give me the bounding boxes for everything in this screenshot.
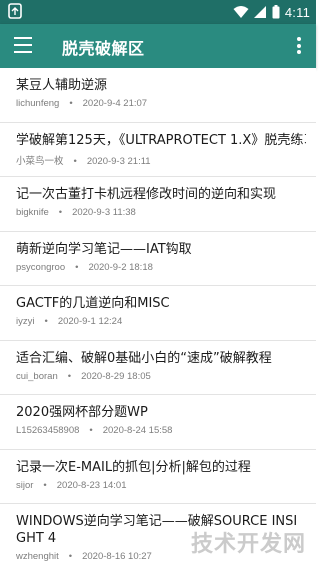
list-item[interactable]: 学破解第125天，《ULTRAPROTECT 1.X》脱壳练习 小菜鸟一枚 • 20…: [0, 122, 316, 177]
status-time: 4:11: [284, 4, 310, 20]
list-item[interactable]: 记录一次E-MAIL的抓包|分析|解包的过程 sijor • 2020-8-23 1…: [0, 449, 316, 504]
item-meta: cui_boran • 2020-8-29 18:05: [16, 371, 306, 382]
item-meta: sijor • 2020-8-23 14:01: [16, 480, 306, 491]
article-list: 某豆人辅助逆源 lichunfeng • 2020-9-4 21:07 学破解第12…: [0, 68, 316, 564]
page-title: 脱壳破解区: [62, 39, 145, 58]
item-date: 2020-8-24 15:58: [102, 425, 173, 436]
status-bar: 4:11: [0, 0, 316, 24]
meta-separator: •: [69, 98, 73, 109]
item-title: 某豆人辅助逆源: [16, 78, 108, 93]
item-author: 小菜鸟一枚: [16, 155, 64, 167]
item-meta: bigknife • 2020-9-3 11:38: [16, 207, 306, 218]
item-meta: psycongroo • 2020-9-2 18:18: [16, 262, 306, 273]
list-item[interactable]: 适合汇编、破解0基础小白的“速成”破解教程 cui_boran • 2020-8-2…: [0, 340, 316, 395]
meta-separator: •: [89, 425, 93, 436]
list-item[interactable]: 萌新逆向学习笔记——IAT钩取 psycongroo • 2020-9-2 18:1…: [0, 231, 316, 286]
notification-icon: [8, 3, 22, 19]
list-item[interactable]: GACTF的几道逆向和MISC iyzyi • 2020-9-1 12:24: [0, 286, 316, 341]
meta-separator: •: [67, 370, 72, 382]
list-item[interactable]: 某豆人辅助逆源 lichunfeng • 2020-9-4 21:07: [0, 68, 316, 123]
meta-separator: •: [68, 551, 73, 562]
meta-separator: •: [44, 316, 48, 327]
item-author: L15263458908: [16, 425, 80, 436]
wifi-icon: [233, 6, 249, 18]
item-date: 2020-9-3 21:11: [86, 155, 151, 167]
item-meta: lichunfeng • 2020-9-4 21:07: [16, 98, 306, 109]
item-author: sijor: [16, 479, 34, 491]
item-title: 学破解第125天，《ULTRAPROTECT 1.X》脱壳练习: [16, 132, 306, 148]
item-author: bigknife: [16, 207, 49, 218]
signal-icon: [253, 6, 266, 18]
item-date: 2020-8-23 14:01: [56, 479, 127, 491]
item-title: 适合汇编、破解0基础小白的“速成”破解教程: [16, 350, 272, 366]
meta-separator: •: [43, 479, 47, 491]
item-title: 萌新逆向学习笔记——IAT钩取: [16, 241, 192, 257]
item-author: psycongroo: [16, 261, 66, 273]
item-title: GACTF的几道逆向和MISC: [16, 296, 170, 311]
item-date: 2020-9-2 18:18: [88, 261, 153, 273]
item-meta: L15263458908 • 2020-8-24 15:58: [16, 425, 306, 436]
item-title: 记一次古董打卡机远程修改时间的逆向和实现: [16, 187, 277, 202]
meta-separator: •: [75, 261, 79, 273]
item-title: 记录一次E-MAIL的抓包|分析|解包的过程: [16, 459, 251, 475]
list-item[interactable]: 记一次古董打卡机远程修改时间的逆向和实现 bigknife • 2020-9-3 1…: [0, 177, 316, 232]
item-date: 2020-9-1 12:24: [57, 316, 123, 327]
item-date: 2020-9-3 11:38: [72, 207, 136, 218]
battery-icon: [272, 5, 280, 19]
item-date: 2020-8-16 10:27: [82, 551, 152, 562]
item-author: lichunfeng: [16, 98, 60, 109]
item-title: 2020强网杯部分题WP: [16, 405, 148, 420]
watermark: 技术开发网: [190, 532, 306, 557]
item-date: 2020-9-4 21:07: [82, 98, 148, 109]
more-vert-icon[interactable]: [296, 37, 302, 55]
item-date: 2020-8-29 18:05: [81, 370, 151, 382]
item-author: iyzyi: [16, 316, 35, 327]
app-bar: 脱壳破解区: [0, 24, 316, 68]
meta-separator: •: [58, 207, 63, 218]
item-author: cui_boran: [16, 370, 58, 382]
meta-separator: •: [73, 155, 77, 167]
menu-icon[interactable]: [14, 37, 34, 55]
item-meta: iyzyi • 2020-9-1 12:24: [16, 316, 306, 327]
item-author: wzhenghit: [16, 551, 59, 562]
item-meta: 小菜鸟一枚 • 2020-9-3 21:11: [16, 153, 306, 167]
status-icons: 4:11: [233, 3, 310, 21]
list-item[interactable]: 2020强网杯部分题WP L15263458908 • 2020-8-24 15:5…: [0, 395, 316, 450]
